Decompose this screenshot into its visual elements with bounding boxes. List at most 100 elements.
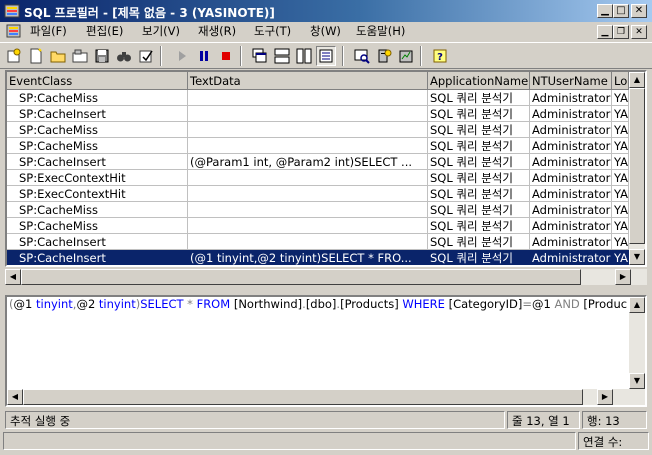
cell-ntusername: Administrator [530, 138, 612, 154]
cell-textdata [188, 90, 428, 106]
table-row[interactable]: SP:CacheMiss SQL 쿼리 분석기 Administrator YA [7, 122, 629, 138]
child-close-button[interactable]: ✕ [631, 25, 647, 39]
cell-ntusername: Administrator [530, 186, 612, 202]
column-header-ntusername[interactable]: NTUserName [530, 72, 612, 90]
cell-applicationname: SQL 쿼리 분석기 [428, 106, 530, 122]
grid-horizontal-scrollbar[interactable]: ◀ ▶ [5, 269, 647, 285]
trace-event-grid[interactable]: EventClass TextData ApplicationName NTUs… [5, 70, 647, 267]
row-count: 행: 13 [582, 411, 647, 429]
scroll-right-arrow-icon[interactable]: ▶ [615, 269, 631, 285]
menu-window[interactable]: 창(W) [310, 22, 341, 41]
query-analyzer-icon[interactable] [352, 46, 372, 66]
table-row[interactable]: SP:CacheMiss SQL 쿼리 분석기 Administrator YA [7, 138, 629, 154]
minimize-button[interactable]: ▁ [597, 4, 613, 18]
cell-loginname: YA [612, 234, 629, 250]
cell-textdata [188, 122, 428, 138]
cell-applicationname: SQL 쿼리 분석기 [428, 218, 530, 234]
tile-vertical-icon[interactable] [294, 46, 314, 66]
sql-text[interactable]: (@1 tinyint,@2 tinyint)SELECT * FROM [No… [9, 297, 627, 311]
toolbar-separator [240, 46, 242, 66]
menu-view[interactable]: 보기(V) [142, 22, 180, 41]
run-trace-icon[interactable] [172, 46, 192, 66]
cell-ntusername: Administrator [532, 250, 612, 265]
column-header-textdata[interactable]: TextData [188, 72, 428, 90]
cell-eventclass: SP:CacheInsert [7, 106, 188, 122]
new-trace-icon[interactable] [4, 46, 24, 66]
sql-token: SELECT [140, 297, 184, 311]
title-bar[interactable]: SQL 프로필러 - [제목 없음 - 3 (YASINOTE)] ▁ □ ✕ [0, 0, 652, 22]
toolbar-separator [160, 46, 162, 66]
text-scroll-up-arrow-icon[interactable]: ▲ [629, 297, 645, 313]
edit-filter-icon[interactable] [136, 46, 156, 66]
help-icon[interactable]: ? [430, 46, 450, 66]
text-horizontal-scroll-thumb[interactable] [23, 389, 583, 405]
text-scroll-right-arrow-icon[interactable]: ▶ [597, 389, 613, 405]
cell-eventclass: SP:CacheMiss [7, 122, 188, 138]
table-row[interactable]: SP:CacheInsert SQL 쿼리 분석기 Administrator YA [7, 234, 629, 250]
menu-edit[interactable]: 편집(E) [86, 22, 123, 41]
grid-vertical-scrollbar[interactable]: ▲ ▼ [629, 72, 645, 265]
column-header-eventclass[interactable]: EventClass [7, 72, 188, 90]
text-vertical-scrollbar[interactable]: ▲ ▼ [629, 297, 645, 405]
tile-horizontal-icon[interactable] [272, 46, 292, 66]
cell-loginname: YA [612, 106, 629, 122]
table-row[interactable]: SP:CacheMiss SQL 쿼리 분석기 Administrator YA [7, 202, 629, 218]
app-status-bar [3, 432, 576, 450]
scroll-left-arrow-icon[interactable]: ◀ [5, 269, 21, 285]
maximize-button[interactable]: □ [613, 4, 629, 18]
find-binoculars-icon[interactable] [114, 46, 134, 66]
close-button[interactable]: ✕ [631, 4, 647, 18]
cell-applicationname: SQL 쿼리 분석기 [428, 202, 530, 218]
svg-text:?: ? [437, 52, 443, 63]
open-folder-icon[interactable] [48, 46, 68, 66]
cell-eventclass: SP:CacheMiss [7, 218, 188, 234]
cell-loginname: YA [612, 90, 629, 106]
menu-bar: 파일(F) 편집(E) 보기(V) 재생(R) 도구(T) 창(W) 도움말(H… [0, 22, 652, 41]
toolbar-separator [420, 46, 422, 66]
child-restore-button[interactable]: ❐ [613, 25, 629, 39]
enterprise-manager-icon[interactable] [374, 46, 394, 66]
cell-loginname: YA [612, 122, 629, 138]
text-horizontal-scrollbar[interactable]: ◀ ▶ [7, 389, 629, 405]
performance-monitor-icon[interactable] [396, 46, 416, 66]
scroll-down-arrow-icon[interactable]: ▼ [629, 249, 645, 265]
pause-trace-icon[interactable] [194, 46, 214, 66]
text-scroll-down-arrow-icon[interactable]: ▼ [629, 373, 645, 389]
table-row[interactable]: SP:ExecContextHit SQL 쿼리 분석기 Administrator… [7, 186, 629, 202]
menu-tools[interactable]: 도구(T) [254, 22, 291, 41]
cell-ntusername: Administrator [530, 202, 612, 218]
menu-replay[interactable]: 재생(R) [198, 22, 236, 41]
scroll-thumb[interactable] [629, 88, 645, 244]
cell-applicationname: SQL 쿼리 분석기 [428, 170, 530, 186]
save-icon[interactable] [92, 46, 112, 66]
text-scroll-left-arrow-icon[interactable]: ◀ [7, 389, 23, 405]
toolbar-separator [342, 46, 344, 66]
cell-ntusername: Administrator [530, 90, 612, 106]
table-row[interactable]: SP:CacheMiss SQL 쿼리 분석기 Administrator YA [7, 90, 629, 106]
trace-properties-icon[interactable] [70, 46, 90, 66]
scroll-up-arrow-icon[interactable]: ▲ [629, 72, 645, 88]
column-header-applicationname[interactable]: ApplicationName [428, 72, 530, 90]
sql-token: FROM [196, 297, 231, 311]
menu-help[interactable]: 도움말(H) [356, 22, 405, 41]
table-row[interactable]: SP:ExecContextHit SQL 쿼리 분석기 Administrator… [7, 170, 629, 186]
table-row-selected[interactable]: SP:CacheInsert (@1 tinyint,@2 tinyint)SEL… [7, 250, 629, 265]
table-row[interactable]: SP:CacheInsert SQL 쿼리 분석기 Administrator YA [7, 106, 629, 122]
horizontal-scroll-thumb[interactable] [21, 269, 581, 285]
child-minimize-button[interactable]: ▁ [597, 25, 613, 39]
sql-token: @1 [531, 297, 555, 311]
document-icon[interactable] [6, 24, 22, 39]
new-file-icon[interactable] [26, 46, 46, 66]
auto-scroll-toggle-icon[interactable] [316, 46, 336, 66]
cascade-windows-icon[interactable] [250, 46, 270, 66]
menu-file[interactable]: 파일(F) [30, 22, 67, 41]
sql-token: @2 [76, 297, 99, 311]
table-row[interactable]: SP:CacheInsert (@Param1 int, @Param2 int)… [7, 154, 629, 170]
table-row[interactable]: SP:CacheMiss SQL 쿼리 분석기 Administrator YA [7, 218, 629, 234]
cell-loginname: YA [612, 202, 629, 218]
stop-trace-icon[interactable] [216, 46, 236, 66]
column-header-loginname[interactable]: Lo [612, 72, 629, 90]
sql-text-panel[interactable]: (@1 tinyint,@2 tinyint)SELECT * FROM [No… [5, 295, 647, 407]
cell-applicationname: SQL 쿼리 분석기 [428, 90, 530, 106]
cell-eventclass: SP:CacheMiss [7, 202, 188, 218]
